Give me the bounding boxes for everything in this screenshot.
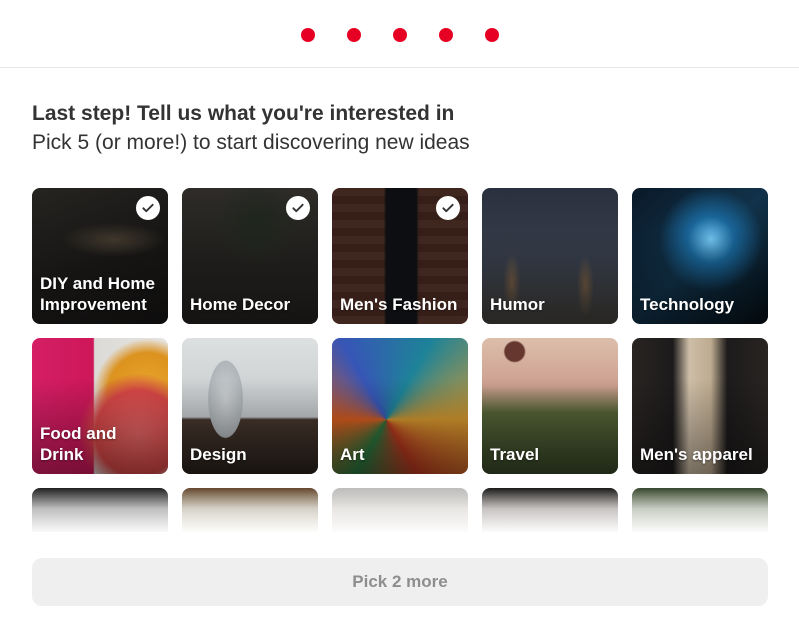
- topic-tile[interactable]: Men's apparel: [632, 338, 768, 474]
- topic-label: Home Decor: [190, 295, 291, 314]
- progress-dot: [346, 28, 361, 42]
- topic-label: Humor: [490, 295, 545, 314]
- page-subtitle: Pick 5 (or more!) to start discovering n…: [32, 131, 470, 154]
- topic-overlay: [182, 488, 318, 532]
- topic-tile[interactable]: Technology: [632, 188, 768, 324]
- topic-tile[interactable]: [632, 488, 768, 532]
- topic-label: Men's apparel: [640, 445, 753, 464]
- topic-overlay: [332, 488, 468, 532]
- page-title: Last step! Tell us what you're intereste…: [32, 102, 455, 125]
- progress-dot: [392, 28, 407, 42]
- checkmark-icon: [436, 196, 460, 220]
- topic-tile[interactable]: Men's Fashion: [332, 188, 468, 324]
- progress-dots: [0, 28, 799, 42]
- checkmark-icon: [136, 196, 160, 220]
- topic-label: Design: [190, 445, 247, 464]
- topic-overlay: [32, 488, 168, 532]
- checkmark-icon: [286, 196, 310, 220]
- topic-label: Technology: [640, 295, 735, 314]
- progress-indicator: [0, 0, 799, 68]
- topic-label: Men's Fashion: [340, 295, 458, 314]
- topic-tile[interactable]: [332, 488, 468, 532]
- topic-overlay: [482, 488, 618, 532]
- topic-tile[interactable]: [32, 488, 168, 532]
- topic-label: Travel: [490, 445, 540, 464]
- progress-dot: [300, 28, 315, 42]
- topic-tile[interactable]: Art: [332, 338, 468, 474]
- topic-overlay: [632, 488, 768, 532]
- topics-scroll-area[interactable]: DIY and Home Improvement Home Decor Men's …: [32, 188, 768, 532]
- topic-tile[interactable]: [182, 488, 318, 532]
- pick-more-button[interactable]: Pick 2 more: [32, 558, 768, 606]
- topic-label: DIY and Home Improvement: [40, 274, 155, 314]
- progress-dot: [484, 28, 499, 42]
- topic-tile[interactable]: [482, 488, 618, 532]
- topic-label: Art: [340, 445, 365, 464]
- topics-grid: DIY and Home Improvement Home Decor Men's …: [32, 188, 768, 532]
- topic-tile[interactable]: DIY and Home Improvement: [32, 188, 168, 324]
- progress-dot: [438, 28, 453, 42]
- topic-tile[interactable]: Travel: [482, 338, 618, 474]
- topic-tile[interactable]: Humor: [482, 188, 618, 324]
- topic-tile[interactable]: Home Decor: [182, 188, 318, 324]
- topic-label: Food and Drink: [40, 424, 117, 464]
- topic-tile[interactable]: Design: [182, 338, 318, 474]
- topic-tile[interactable]: Food and Drink: [32, 338, 168, 474]
